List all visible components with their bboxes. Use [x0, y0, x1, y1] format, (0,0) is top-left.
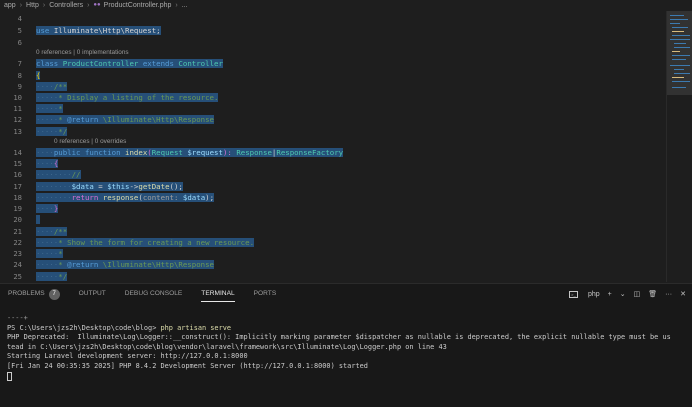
code-line[interactable]: ········return response(content: $data); — [36, 192, 215, 203]
code-line[interactable] — [36, 214, 41, 225]
code-line[interactable]: ····} — [36, 203, 59, 214]
tab-terminal[interactable]: TERMINAL — [201, 284, 235, 304]
code-line[interactable]: ·····*/ — [36, 271, 68, 282]
line-number: 20 — [13, 215, 22, 224]
line-number: 6 — [17, 38, 22, 47]
more-actions-button[interactable]: ··· — [665, 291, 672, 298]
tab-ports[interactable]: PORTS — [254, 284, 277, 304]
code-line[interactable]: ····public function index(Request $reque… — [36, 147, 344, 158]
line-number: 4 — [17, 14, 22, 23]
line-number: 5 — [17, 26, 22, 35]
chevron-right-icon: › — [87, 1, 90, 9]
code-line[interactable]: ·····* — [36, 248, 63, 259]
code-line[interactable]: use Illuminate\Http\Request; — [36, 25, 161, 36]
line-number: 19 — [13, 204, 22, 213]
line-number: 8 — [17, 71, 22, 80]
close-panel-button[interactable]: ✕ — [680, 290, 686, 298]
line-number: 10 — [13, 93, 22, 102]
line-number: 25 — [13, 272, 22, 281]
code-line[interactable]: ········$data = $this->getDate(); — [36, 181, 183, 192]
code-line[interactable]: ····{ — [36, 158, 59, 169]
code-area[interactable]: use Illuminate\Http\Request; 0 reference… — [36, 11, 656, 282]
terminal-line: [Fri Jan 24 00:35:35 2025] PHP 8.4.2 Dev… — [7, 361, 368, 370]
line-number-gutter: 4 5 6 7 8 9 10 11 12 13 14 15 16 17 18 1… — [0, 11, 28, 282]
line-number: 13 — [13, 127, 22, 136]
tab-debug-console[interactable]: DEBUG CONSOLE — [125, 284, 183, 304]
line-number: 17 — [13, 182, 22, 191]
terminal-output[interactable]: ----+ PS C:\Users\jzs2h\Desktop\code\blo… — [7, 314, 691, 381]
problems-count-badge: 7 — [48, 288, 60, 300]
code-line[interactable]: ·····* @return \Illuminate\Http\Response — [36, 114, 215, 125]
breadcrumb-item-file[interactable]: ProductController.php — [104, 2, 172, 9]
terminal-line: PS C:\Users\jzs2h\Desktop\code\blog> php… — [7, 323, 232, 332]
chevron-right-icon: › — [19, 1, 23, 9]
terminal-icon: >_ — [568, 290, 578, 298]
code-lens-references[interactable]: 0 references | 0 implementations — [36, 48, 129, 58]
line-number: 21 — [13, 227, 22, 236]
line-number: 7 — [17, 59, 22, 68]
code-lens-references[interactable]: 0 references | 0 overrides — [54, 137, 126, 147]
code-line[interactable]: class ProductController extends Controll… — [36, 58, 223, 69]
code-line[interactable]: ····/** — [36, 81, 68, 92]
terminal-line: ----+ — [7, 314, 28, 322]
tab-problems[interactable]: PROBLEMS 7 — [8, 284, 60, 304]
minimap[interactable] — [666, 11, 692, 282]
code-line[interactable]: ·····*/ — [36, 126, 68, 137]
split-terminal-button[interactable]: ◫ — [634, 290, 641, 298]
line-number: 11 — [13, 104, 22, 113]
line-number: 23 — [13, 249, 22, 258]
code-line[interactable]: { — [36, 70, 41, 81]
breadcrumb-item-app[interactable]: app — [4, 2, 16, 9]
bottom-panel: PROBLEMS 7 OUTPUT DEBUG CONSOLE TERMINAL … — [0, 283, 692, 407]
breadcrumb-item-http[interactable]: Http — [26, 2, 39, 9]
code-line[interactable]: ········// — [36, 169, 81, 180]
terminal-cursor-line[interactable] — [7, 371, 691, 382]
code-line[interactable]: ·····* — [36, 103, 63, 114]
code-line[interactable]: ·····* Display a listing of the resource… — [36, 92, 219, 103]
code-line[interactable]: ·····* Show the form for creating a new … — [36, 237, 255, 248]
code-line[interactable]: ·····* @return \Illuminate\Http\Response — [36, 259, 215, 270]
chevron-down-icon[interactable]: ⌄ — [620, 290, 626, 298]
line-number: 16 — [13, 170, 22, 179]
panel-actions: >_ php + ⌄ ◫ 🗑 ··· ✕ — [553, 284, 686, 304]
terminal-line: Starting Laravel development server: htt… — [7, 352, 248, 361]
chevron-right-icon: › — [42, 1, 46, 9]
add-terminal-button[interactable]: + — [608, 291, 612, 298]
terminal-line: PHP Deprecated: Illuminate\Log\Logger::_… — [7, 333, 671, 342]
php-file-icon: ●● — [93, 2, 101, 8]
line-number: 9 — [17, 82, 22, 91]
code-line[interactable]: ····/** — [36, 226, 68, 237]
line-number: 18 — [13, 193, 22, 202]
terminal-line: tead in C:\Users\jzs2h\Desktop\code\blog… — [7, 342, 447, 351]
line-number: 15 — [13, 159, 22, 168]
breadcrumb: app › Http › Controllers › ●● ProductCon… — [0, 0, 692, 10]
line-number: 22 — [13, 238, 22, 247]
code-editor[interactable]: 4 5 6 7 8 9 10 11 12 13 14 15 16 17 18 1… — [0, 11, 692, 282]
breadcrumb-item-more[interactable]: ... — [182, 2, 188, 9]
line-number: 24 — [13, 260, 22, 269]
line-number: 12 — [13, 115, 22, 124]
chevron-right-icon: › — [175, 1, 178, 9]
terminal-cursor — [7, 371, 12, 381]
trash-icon[interactable]: 🗑 — [648, 290, 657, 298]
tab-output[interactable]: OUTPUT — [79, 284, 106, 304]
breadcrumb-item-controllers[interactable]: Controllers — [49, 2, 83, 9]
terminal-profile-selector[interactable]: >_ php — [561, 290, 600, 298]
line-number: 14 — [13, 148, 22, 157]
